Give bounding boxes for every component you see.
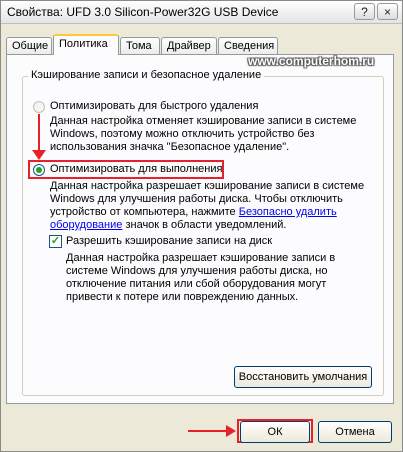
quick-removal-description: Данная настройка отменяет кэширование за… bbox=[50, 115, 357, 153]
tab-volumes[interactable]: Тома bbox=[120, 37, 160, 54]
performance-description-text-end: значок в области уведомлений. bbox=[122, 219, 287, 231]
write-cache-label: Разрешить кэширование записи на диск bbox=[66, 235, 273, 247]
radio-quick-removal[interactable] bbox=[33, 101, 45, 113]
tab-policy[interactable]: Политика bbox=[53, 34, 119, 55]
tab-general[interactable]: Общие bbox=[6, 37, 52, 54]
close-button[interactable]: × bbox=[377, 3, 398, 20]
quick-removal-label: Оптимизировать для быстрого удаления bbox=[50, 100, 259, 112]
ok-arrow-shaft bbox=[188, 430, 230, 432]
performance-label: Оптимизировать для выполнения bbox=[50, 163, 223, 175]
cancel-button[interactable]: Отмена bbox=[318, 421, 392, 443]
watermark: www.computerhom.ru bbox=[248, 54, 375, 68]
write-cache-checkbox[interactable]: ✓ bbox=[49, 235, 62, 248]
tab-strip: Общие Политика Тома Драйвер Сведения bbox=[6, 34, 396, 55]
tab-driver[interactable]: Драйвер bbox=[161, 37, 217, 54]
write-cache-description: Данная настройка разрешает кэширование з… bbox=[66, 252, 336, 303]
help-icon: ? bbox=[361, 5, 368, 19]
checkmark-icon: ✓ bbox=[50, 235, 61, 247]
ok-button[interactable]: ОК bbox=[240, 421, 310, 443]
radio-performance[interactable] bbox=[33, 164, 45, 176]
highlight-arrow-shaft bbox=[38, 114, 40, 154]
ok-arrow-head bbox=[226, 425, 236, 437]
group-legend: Кэширование записи и безопасное удаление bbox=[28, 69, 265, 81]
close-icon: × bbox=[383, 5, 391, 19]
performance-description: Данная настройка разрешает кэширование з… bbox=[50, 180, 376, 232]
window-title: Свойства: UFD 3.0 Silicon-Power32G USB D… bbox=[7, 5, 279, 19]
highlight-arrow-head bbox=[32, 150, 46, 160]
tab-details[interactable]: Сведения bbox=[218, 37, 278, 54]
title-bar: Свойства: UFD 3.0 Silicon-Power32G USB D… bbox=[1, 1, 402, 24]
restore-defaults-button[interactable]: Восстановить умолчания bbox=[234, 366, 372, 388]
help-button[interactable]: ? bbox=[354, 3, 375, 20]
